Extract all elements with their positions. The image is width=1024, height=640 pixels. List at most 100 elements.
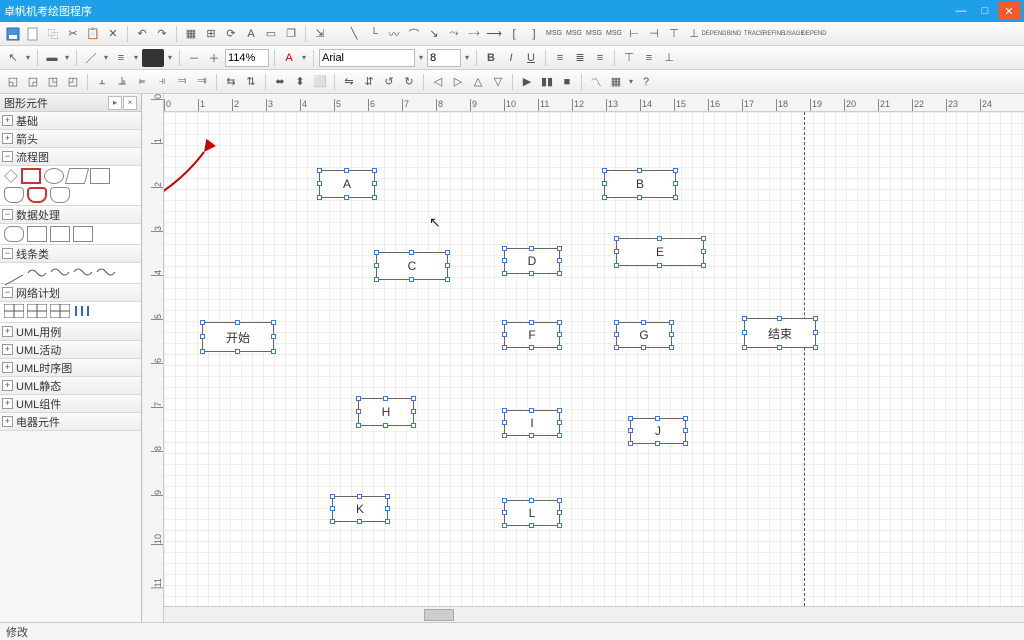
node-A[interactable]: A xyxy=(319,170,375,198)
align-t-icon[interactable]: ⫣ xyxy=(153,73,171,91)
flip-v-icon[interactable]: ⇵ xyxy=(360,73,378,91)
cut-icon[interactable]: ✂ xyxy=(64,25,82,43)
shape-wave-icon[interactable] xyxy=(50,265,70,281)
category-流程图[interactable]: −流程图 xyxy=(0,148,141,166)
redo-icon[interactable]: ↷ xyxy=(153,25,171,43)
node-C[interactable]: C xyxy=(376,252,448,280)
msg-icon[interactable]: MSG xyxy=(545,25,563,43)
node-F[interactable]: F xyxy=(504,322,560,348)
flip-h-icon[interactable]: ⇋ xyxy=(340,73,358,91)
align-top-icon[interactable]: ⊤ xyxy=(620,49,638,67)
category-数据处理[interactable]: −数据处理 xyxy=(0,206,141,224)
uml-conn4-icon[interactable]: ⊥ xyxy=(685,25,703,43)
connector-arrow1-icon[interactable]: ↘ xyxy=(425,25,443,43)
align-left-icon[interactable]: ≡ xyxy=(551,49,569,67)
align-l-icon[interactable]: ⫠ xyxy=(93,73,111,91)
shape-oval-icon[interactable] xyxy=(44,168,64,184)
underline-icon[interactable]: U xyxy=(522,49,540,67)
panel-pin-icon[interactable]: ▸ xyxy=(108,96,122,110)
connector-double-icon[interactable]: ⟶ xyxy=(485,25,503,43)
align-middle-icon[interactable]: ≡ xyxy=(640,49,658,67)
shape-cyl-icon[interactable] xyxy=(4,187,24,203)
msg4-icon[interactable]: MSG xyxy=(605,25,623,43)
bring-front-icon[interactable]: ◱ xyxy=(4,73,22,91)
panel-close-icon[interactable]: × xyxy=(123,96,137,110)
align-c-icon[interactable]: ⫡ xyxy=(113,73,131,91)
send-back-icon[interactable]: ◲ xyxy=(24,73,42,91)
chart-icon[interactable]: 〽 xyxy=(587,73,605,91)
align-b-icon[interactable]: ⫥ xyxy=(193,73,211,91)
font-color-icon[interactable]: A xyxy=(280,49,298,67)
node-end[interactable]: 结束 xyxy=(744,318,816,348)
layer-icon[interactable]: ❐ xyxy=(282,25,300,43)
shape-grid2-icon[interactable] xyxy=(27,304,47,320)
msg2-icon[interactable]: MSG xyxy=(565,25,583,43)
category-基础[interactable]: +基础 xyxy=(0,112,141,130)
export-icon[interactable]: ⇲ xyxy=(311,25,329,43)
shape-arc-icon[interactable] xyxy=(73,265,93,281)
shape-rect2-icon[interactable] xyxy=(50,226,70,242)
rotate-icon[interactable]: ⟳ xyxy=(222,25,240,43)
node-K[interactable]: K xyxy=(332,496,388,522)
category-网络计划[interactable]: −网络计划 xyxy=(0,284,141,302)
dist-v-icon[interactable]: ⇅ xyxy=(242,73,260,91)
connector-curve-icon[interactable]: 〰 xyxy=(385,25,403,43)
delete-icon[interactable]: ✕ xyxy=(104,25,122,43)
shape-grid1-icon[interactable] xyxy=(4,304,24,320)
bracket-left-icon[interactable]: [ xyxy=(505,25,523,43)
backward-icon[interactable]: ◰ xyxy=(64,73,82,91)
pointer-icon[interactable]: ↖ xyxy=(4,49,22,67)
uml-conn1-icon[interactable]: ⊢ xyxy=(625,25,643,43)
connector-line-icon[interactable]: ╲ xyxy=(345,25,363,43)
undo-icon[interactable]: ↶ xyxy=(133,25,151,43)
copy-icon[interactable]: ⿻ xyxy=(44,25,62,43)
snap-icon[interactable]: ⊞ xyxy=(202,25,220,43)
bracket-right-icon[interactable]: ] xyxy=(525,25,543,43)
shape-rect-icon[interactable] xyxy=(21,168,41,184)
refine-icon[interactable]: REFINE xyxy=(765,25,783,43)
text-icon[interactable]: A xyxy=(242,25,260,43)
save-icon[interactable] xyxy=(4,25,22,43)
depend-icon[interactable]: DEPEND xyxy=(705,25,723,43)
node-D[interactable]: D xyxy=(504,248,560,274)
forward-icon[interactable]: ◳ xyxy=(44,73,62,91)
shape-sine-icon[interactable] xyxy=(96,265,116,281)
same-h-icon[interactable]: ⬍ xyxy=(291,73,309,91)
category-UML时序图[interactable]: +UML时序图 xyxy=(0,359,141,377)
paste-icon[interactable]: 📋 xyxy=(84,25,102,43)
shape-cyl2-icon[interactable] xyxy=(27,187,47,203)
horizontal-scrollbar[interactable] xyxy=(164,606,1024,622)
font-size-select[interactable] xyxy=(427,49,461,67)
table-icon[interactable]: ▦ xyxy=(607,73,625,91)
category-线条类[interactable]: −线条类 xyxy=(0,245,141,263)
category-UML组件[interactable]: +UML组件 xyxy=(0,395,141,413)
shape-round-icon[interactable] xyxy=(4,226,24,242)
trace-icon[interactable]: TRACE xyxy=(745,25,763,43)
msg3-icon[interactable]: MSG xyxy=(585,25,603,43)
italic-icon[interactable]: I xyxy=(502,49,520,67)
nudge-d-icon[interactable]: ▽ xyxy=(489,73,507,91)
grid-icon[interactable]: ▦ xyxy=(182,25,200,43)
uml-conn2-icon[interactable]: ⊣ xyxy=(645,25,663,43)
nudge-r-icon[interactable]: ▷ xyxy=(449,73,467,91)
uml-conn3-icon[interactable]: ⊤ xyxy=(665,25,683,43)
zoom-out-icon[interactable]: － xyxy=(185,49,203,67)
align-right-icon[interactable]: ≡ xyxy=(591,49,609,67)
category-箭头[interactable]: +箭头 xyxy=(0,130,141,148)
zoom-input[interactable] xyxy=(225,49,269,67)
node-L[interactable]: L xyxy=(504,500,560,526)
align-m-icon[interactable]: ⫤ xyxy=(173,73,191,91)
connector-arc-icon[interactable]: ⌒ xyxy=(405,25,423,43)
rotate-l-icon[interactable]: ↺ xyxy=(380,73,398,91)
shape-zig-icon[interactable] xyxy=(27,266,47,280)
minimize-button[interactable]: — xyxy=(950,2,972,20)
rotate-r-icon[interactable]: ↻ xyxy=(400,73,418,91)
node-I[interactable]: I xyxy=(504,410,560,436)
shape-diamond-icon[interactable] xyxy=(4,169,18,183)
connector-elbow-icon[interactable]: └ xyxy=(365,25,383,43)
maximize-button[interactable]: □ xyxy=(974,2,996,20)
stop-icon[interactable]: ■ xyxy=(558,73,576,91)
shape-tag-icon[interactable] xyxy=(90,168,110,184)
depend2-icon[interactable]: DEPEND xyxy=(805,25,823,43)
play-icon[interactable]: ▶ xyxy=(518,73,536,91)
